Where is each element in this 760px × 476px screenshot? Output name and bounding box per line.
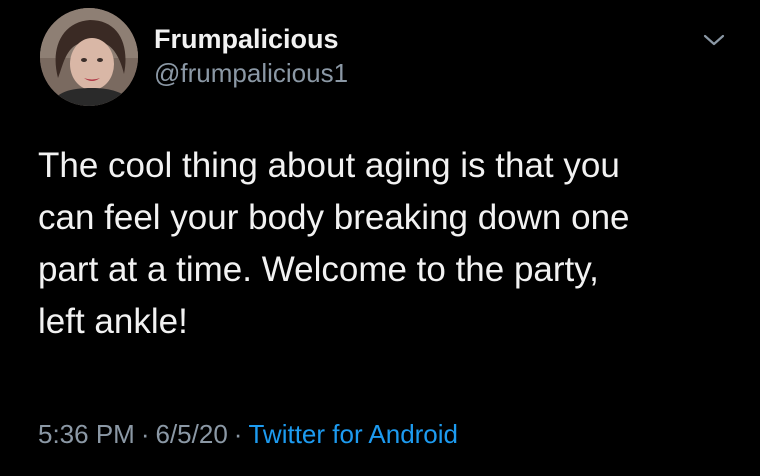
user-avatar[interactable] — [40, 8, 138, 106]
chevron-down-icon[interactable] — [700, 26, 728, 54]
tweet-date[interactable]: 6/5/20 — [156, 419, 228, 449]
tweet-header: Frumpalicious @frumpalicious1 — [40, 8, 730, 108]
tweet-source-link[interactable]: Twitter for Android — [248, 419, 458, 449]
avatar-photo-icon — [40, 8, 138, 106]
tweet-text-line: The cool thing about aging is that you — [38, 146, 620, 185]
display-name[interactable]: Frumpalicious — [154, 22, 348, 56]
tweet-text-line: can feel your body breaking down one — [38, 198, 630, 237]
tweet-text-line: part at a time. Welcome to the party, — [38, 250, 599, 289]
tweet-text-line: left ankle! — [38, 302, 188, 341]
tweet-text: The cool thing about aging is that you c… — [38, 140, 728, 348]
meta-separator: · — [233, 419, 243, 449]
user-names: Frumpalicious @frumpalicious1 — [154, 22, 348, 90]
tweet-meta: 5:36 PM · 6/5/20 · Twitter for Android — [38, 416, 458, 452]
tweet-card: Frumpalicious @frumpalicious1 The cool t… — [0, 0, 760, 476]
user-handle[interactable]: @frumpalicious1 — [154, 56, 348, 90]
meta-separator: · — [140, 419, 150, 449]
tweet-time[interactable]: 5:36 PM — [38, 419, 135, 449]
